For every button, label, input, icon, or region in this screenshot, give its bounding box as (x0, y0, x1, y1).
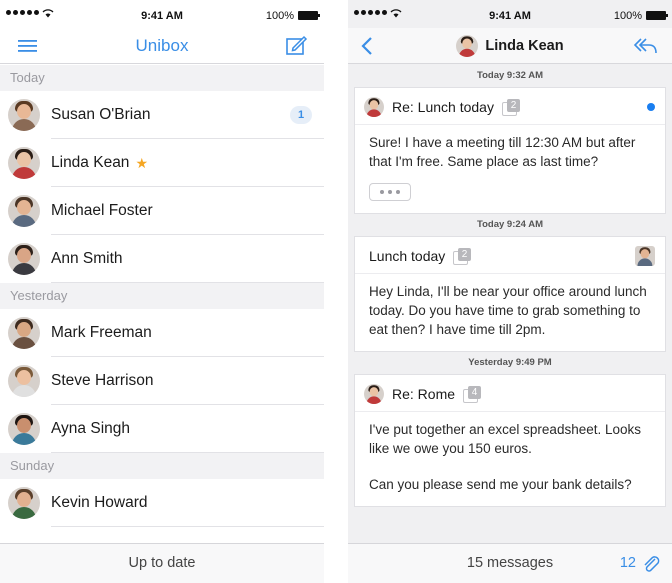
message-timestamp: Yesterday 9:49 PM (468, 357, 552, 368)
contact-row[interactable]: Ann Smith (0, 235, 324, 283)
navigation-bar: Unibox (0, 28, 324, 64)
thread-count: 2 (458, 248, 471, 261)
unread-dot-icon (647, 103, 655, 111)
message-header: Re: Rome 4 (355, 375, 665, 412)
message-subject: Re: Rome (392, 386, 456, 402)
show-quoted-button[interactable] (369, 183, 411, 201)
status-bar: 9:41 AM 100% (348, 0, 672, 28)
avatar (635, 246, 655, 266)
navigation-bar: Linda Kean (348, 28, 672, 64)
contact-name: Mark Freeman (51, 324, 152, 341)
avatar (8, 487, 40, 519)
thread-count: 4 (468, 386, 481, 399)
battery-percent: 100% (265, 10, 294, 22)
section-header: Today (0, 65, 324, 91)
battery-icon (298, 11, 320, 20)
avatar (8, 147, 40, 179)
thread-count-icon: 2 (500, 97, 524, 116)
message-list: Today 9:32 AM Re: Lunch today 2 Sure! I hav… (348, 65, 672, 507)
avatar (8, 243, 40, 275)
contact-row[interactable]: Susan O'Brian 1 (0, 91, 324, 139)
thread-count: 2 (507, 99, 520, 112)
contact-name: Linda Kean (485, 38, 564, 54)
message-text: Sure! I have a meeting till 12:30 AM but… (369, 135, 636, 169)
message-timestamp: Today 9:24 AM (477, 219, 543, 230)
avatar (8, 413, 40, 445)
section-header: Sunday (0, 453, 324, 479)
message-card[interactable]: Re: Rome 4 I've put together an excel spre… (354, 374, 666, 507)
avatar (8, 365, 40, 397)
message-card[interactable]: Re: Lunch today 2 Sure! I have a meeting t… (354, 87, 666, 214)
row-divider (51, 526, 324, 527)
avatar (8, 317, 40, 349)
message-header: Lunch today 2 (355, 237, 665, 274)
message-subject: Lunch today (369, 248, 446, 264)
app-title: Unibox (135, 36, 189, 55)
status-bar: 9:41 AM 100% (0, 0, 324, 28)
contact-list: Today Susan O'Brian 1 Linda Kean ★ Michael Fo… (0, 65, 324, 527)
contact-row[interactable]: Kevin Howard (0, 479, 324, 527)
conversation-screen: 9:41 AM 100% Linda Kean Today 9:32 AM Re:… (348, 0, 672, 583)
avatar (8, 195, 40, 227)
row-divider (51, 282, 324, 283)
compose-icon[interactable] (284, 34, 308, 58)
attachment-count[interactable]: 12 (620, 555, 636, 571)
message-card[interactable]: Lunch today 2 Hey Linda, I'll be near your… (354, 236, 666, 352)
contact-row[interactable]: Mark Freeman (0, 309, 324, 357)
avatar (8, 99, 40, 131)
message-header: Re: Lunch today 2 (355, 88, 665, 125)
contact-name: Linda Kean (51, 154, 130, 171)
message-subject: Re: Lunch today (392, 99, 494, 115)
contact-row[interactable]: Linda Kean ★ (0, 139, 324, 187)
contact-row[interactable]: Michael Foster (0, 187, 324, 235)
contact-name: Susan O'Brian (51, 106, 151, 123)
message-body: I've put together an excel spreadsheet. … (355, 412, 665, 506)
section-header: Yesterday (0, 283, 324, 309)
thread-count-icon: 2 (451, 246, 475, 265)
contact-name: Ayna Singh (51, 420, 130, 437)
thread-count-icon: 4 (461, 384, 485, 403)
battery-icon (646, 11, 668, 20)
conversation-footer: 15 messages 12 (348, 543, 672, 583)
contact-name: Kevin Howard (51, 494, 148, 511)
message-text: I've put together an excel spreadsheet. … (369, 422, 642, 456)
avatar (364, 97, 384, 117)
avatar (364, 384, 384, 404)
contact-name: Ann Smith (51, 250, 123, 267)
row-divider (51, 452, 324, 453)
message-body: Sure! I have a meeting till 12:30 AM but… (355, 125, 665, 213)
unread-badge: 1 (290, 106, 312, 124)
contact-row[interactable]: Steve Harrison (0, 357, 324, 405)
conversation-header[interactable]: Linda Kean (348, 35, 672, 57)
avatar (456, 35, 479, 57)
contact-row[interactable]: Ayna Singh (0, 405, 324, 453)
battery-percent: 100% (613, 10, 642, 22)
message-text: Hey Linda, I'll be near your office arou… (369, 284, 647, 337)
sync-status: Up to date (0, 543, 324, 583)
contact-name: Steve Harrison (51, 372, 154, 389)
star-icon: ★ (135, 154, 148, 171)
paperclip-icon[interactable] (640, 553, 662, 575)
inbox-screen: 9:41 AM 100% Unibox Today Susan O'Brian 1 L… (0, 0, 324, 583)
message-timestamp: Today 9:32 AM (477, 70, 543, 81)
contact-name: Michael Foster (51, 202, 153, 219)
reply-all-icon[interactable] (632, 34, 658, 58)
message-body: Hey Linda, I'll be near your office arou… (355, 274, 665, 351)
message-text: Can you please send me your bank details… (369, 477, 632, 492)
